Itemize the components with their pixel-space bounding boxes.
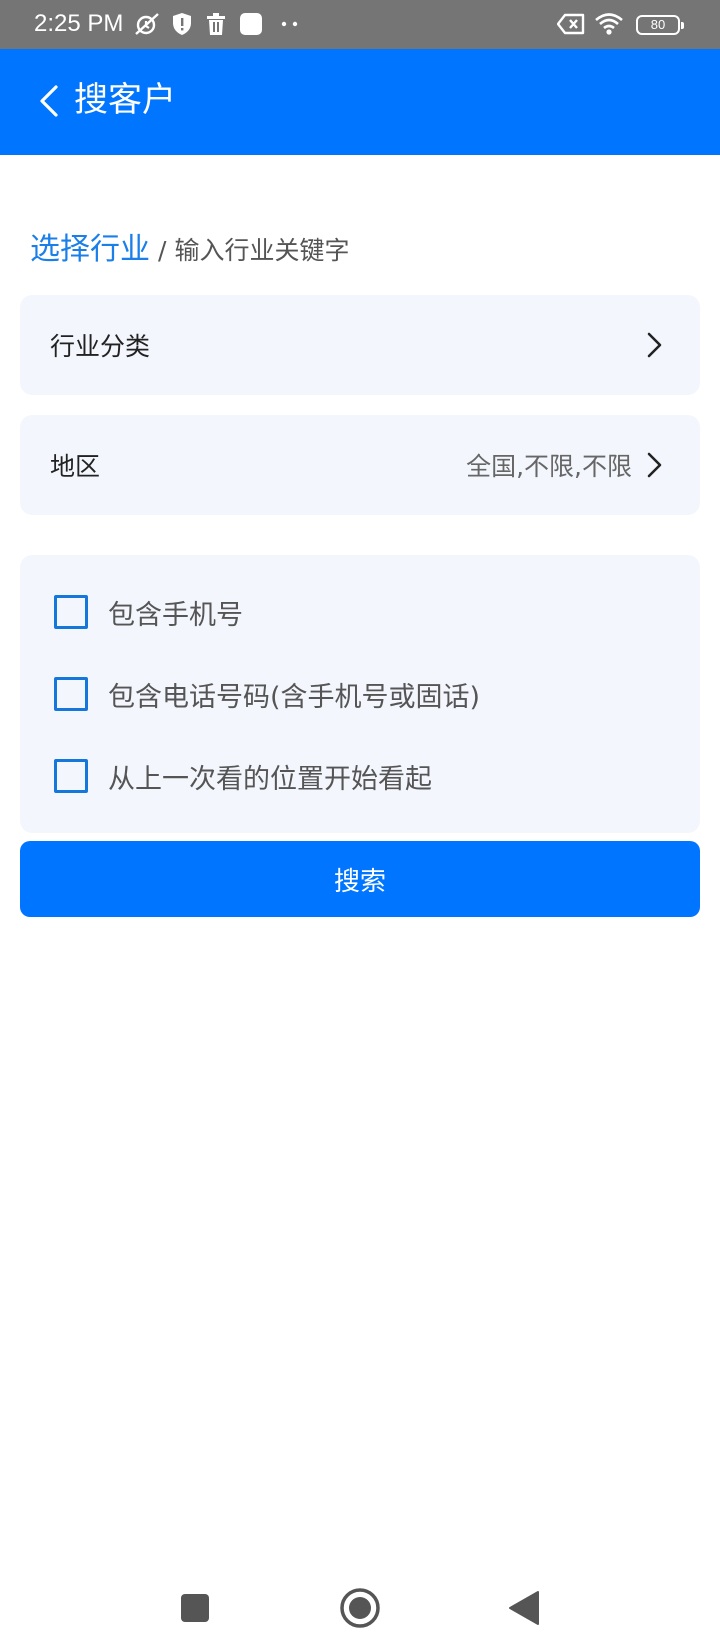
industry-card: 行业分类 xyxy=(20,295,700,395)
region-selector[interactable]: 地区 全国,不限,不限 xyxy=(20,415,700,515)
square-app-icon xyxy=(239,12,263,36)
options-card: 包含手机号 包含电话号码(含手机号或固话) 从上一次看的位置开始看起 xyxy=(20,555,700,833)
region-card: 地区 全国,不限,不限 xyxy=(20,415,700,515)
breadcrumb: 选择行业 / 输入行业关键字 xyxy=(30,224,349,268)
shield-icon xyxy=(171,12,193,36)
option-label: 包含电话号码(含手机号或固话) xyxy=(108,681,481,713)
region-value: 全国,不限,不限 xyxy=(466,452,632,481)
chevron-right-icon xyxy=(647,332,662,358)
status-time: 2:25 PM xyxy=(34,10,124,37)
option-include-phone[interactable]: 包含电话号码(含手机号或固话) xyxy=(20,653,700,735)
region-label: 地区 xyxy=(50,452,101,481)
checkbox[interactable] xyxy=(54,595,88,629)
system-nav-bar xyxy=(0,1560,720,1650)
home-button[interactable] xyxy=(338,1586,382,1630)
wifi-icon xyxy=(593,12,625,36)
home-circle-icon xyxy=(340,1588,380,1628)
industry-selector[interactable]: 行业分类 xyxy=(20,295,700,395)
status-bar: 2:25 PM 80 xyxy=(0,0,720,49)
option-include-mobile[interactable]: 包含手机号 xyxy=(20,571,700,653)
search-button[interactable]: 搜索 xyxy=(20,841,700,917)
tab-input-keyword[interactable]: 输入行业关键字 xyxy=(174,231,349,267)
back-button[interactable] xyxy=(34,79,68,123)
option-label: 从上一次看的位置开始看起 xyxy=(108,763,432,795)
breadcrumb-separator: / xyxy=(158,236,167,265)
more-dots-icon xyxy=(280,12,300,36)
option-resume-last-position[interactable]: 从上一次看的位置开始看起 xyxy=(20,735,700,817)
chevron-left-icon xyxy=(40,85,58,117)
tab-select-industry[interactable]: 选择行业 xyxy=(30,224,150,268)
back-nav-button[interactable] xyxy=(502,1586,546,1630)
chevron-right-icon xyxy=(647,452,662,478)
recents-button[interactable] xyxy=(173,1586,217,1630)
checkbox[interactable] xyxy=(54,677,88,711)
option-label: 包含手机号 xyxy=(108,599,243,631)
checkbox[interactable] xyxy=(54,759,88,793)
sim-x-icon xyxy=(556,12,586,36)
battery-icon: 80 xyxy=(636,15,684,35)
app-bar: 搜客户 xyxy=(0,49,720,155)
alarm-off-icon xyxy=(132,12,162,36)
square-icon xyxy=(181,1594,209,1622)
triangle-back-icon xyxy=(509,1591,539,1625)
page-title: 搜客户 xyxy=(74,80,176,120)
industry-label: 行业分类 xyxy=(50,332,151,361)
trash-icon xyxy=(205,12,227,36)
